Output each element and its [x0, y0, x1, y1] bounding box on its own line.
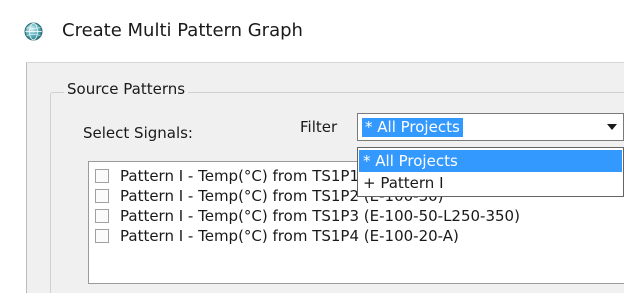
list-item[interactable]: Pattern I - Temp(°C) from TS1P4 (E-100-2… [95, 226, 459, 246]
signal-checkbox[interactable] [95, 209, 109, 223]
globe-icon [24, 22, 43, 41]
signal-label: Pattern I - Temp(°C) from TS1P3 (E-100-5… [120, 207, 520, 225]
select-signals-label: Select Signals: [83, 124, 193, 142]
chevron-down-icon[interactable] [601, 114, 623, 140]
signal-checkbox[interactable] [95, 189, 109, 203]
signal-checkbox[interactable] [95, 229, 109, 243]
filter-selected-value: * All Projects [362, 118, 463, 137]
filter-label: Filter [300, 118, 338, 136]
filter-option-pattern-i[interactable]: + Pattern I [359, 172, 622, 194]
window-title: Create Multi Pattern Graph [62, 20, 303, 41]
source-patterns-label: Source Patterns [64, 80, 189, 98]
filter-combobox[interactable]: * All Projects [357, 113, 624, 141]
signal-label: Pattern I - Temp(°C) from TS1P4 (E-100-2… [120, 227, 459, 245]
list-item[interactable]: Pattern I - Temp(°C) from TS1P3 (E-100-5… [95, 206, 520, 226]
filter-dropdown-list[interactable]: * All Projects + Pattern I [357, 147, 624, 197]
title-bar[interactable]: Create Multi Pattern Graph [0, 0, 624, 62]
signal-checkbox[interactable] [95, 169, 109, 183]
filter-option-all-projects[interactable]: * All Projects [359, 150, 622, 172]
